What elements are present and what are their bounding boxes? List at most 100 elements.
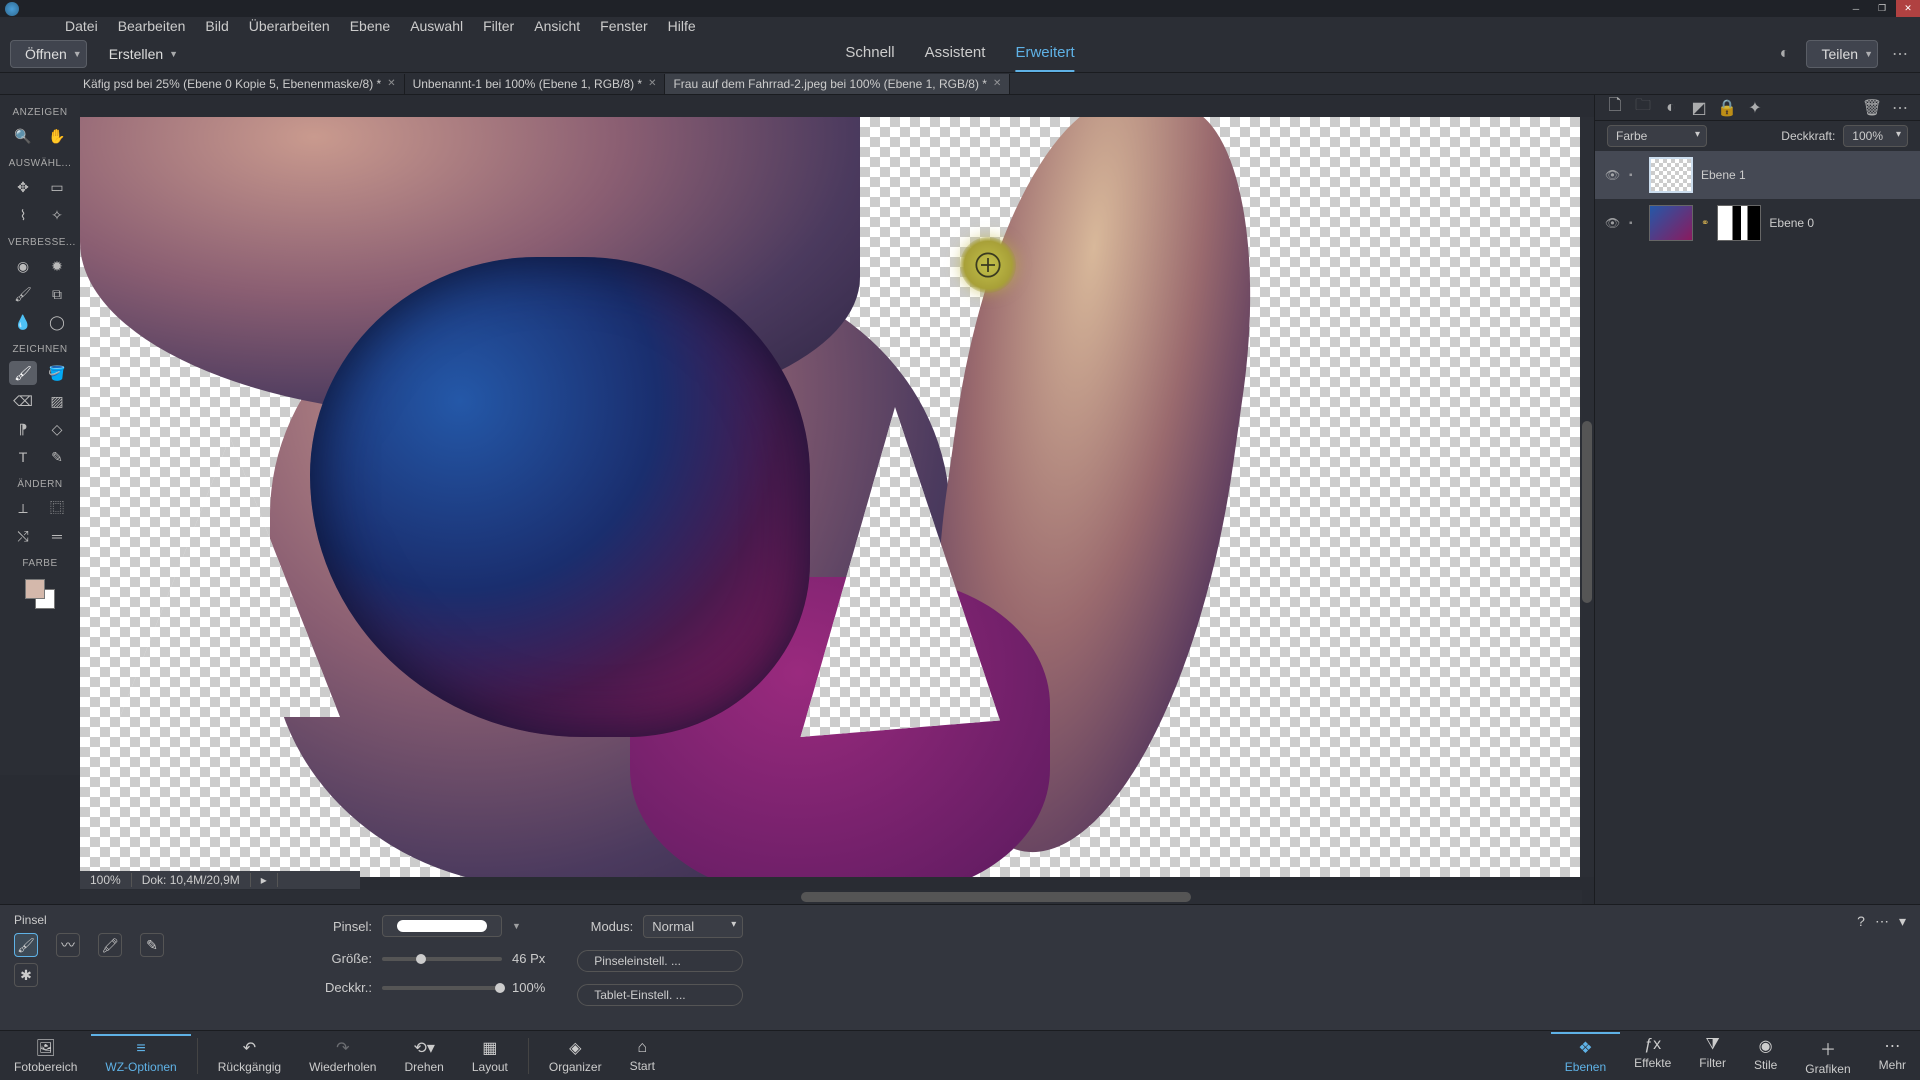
eyedropper-tool[interactable]: ⁋ (9, 417, 37, 441)
menu-bearbeiten[interactable]: Bearbeiten (108, 18, 196, 34)
layer-mask-thumbnail[interactable] (1717, 205, 1761, 241)
delete-layer-icon[interactable]: 🗑 (1862, 98, 1882, 118)
wand-tool[interactable]: ✧ (43, 203, 71, 227)
layer-thumbnail[interactable] (1649, 157, 1693, 193)
smart-brush-tool[interactable]: 🖌 (9, 282, 37, 306)
menu-fenster[interactable]: Fenster (590, 18, 657, 34)
layer-name[interactable]: Ebene 0 (1769, 216, 1814, 230)
pencil-tool[interactable]: ✎ (43, 445, 71, 469)
close-tab-icon[interactable]: ✕ (387, 78, 395, 89)
help-icon[interactable]: ? (1857, 913, 1865, 929)
lock-icon[interactable]: ▪ (1629, 170, 1641, 181)
foreground-color[interactable] (25, 579, 45, 599)
menu-bild[interactable]: Bild (195, 18, 238, 34)
layer-fx-icon[interactable]: ✦ (1745, 98, 1765, 118)
mode-erweitert[interactable]: Erweitert (1015, 35, 1074, 72)
menu-ansicht[interactable]: Ansicht (524, 18, 590, 34)
sponge-tool[interactable]: ◯ (43, 310, 71, 334)
new-layer-icon[interactable]: 🗋 (1605, 98, 1625, 118)
color-swatch[interactable] (25, 579, 55, 609)
hand-tool[interactable]: ✋ (43, 124, 71, 148)
share-button[interactable]: Teilen▼ (1806, 40, 1878, 68)
overflow-icon[interactable]: ⋯ (1890, 44, 1910, 64)
opacity-slider[interactable] (382, 986, 502, 990)
lock-icon[interactable]: ▪ (1629, 218, 1641, 229)
close-tab-icon[interactable]: ✕ (993, 78, 1001, 89)
size-value[interactable]: 46 Px (512, 951, 545, 966)
more-tab[interactable]: ⋯Mehr (1865, 1032, 1920, 1080)
mode-schnell[interactable]: Schnell (845, 35, 894, 72)
vertical-scrollbar[interactable] (1580, 117, 1594, 877)
pencil-preset[interactable]: ✎ (140, 933, 164, 957)
opacity-value[interactable]: 100% (512, 980, 545, 995)
text-tool[interactable]: T (9, 445, 37, 469)
color-replace-preset[interactable]: 🖍 (98, 933, 122, 957)
blend-mode-select[interactable]: Farbe (1607, 125, 1707, 147)
open-button[interactable]: Öffnen▼ (10, 40, 87, 68)
bucket-tool[interactable]: 🪣 (43, 361, 71, 385)
rotate-button[interactable]: ⟲▾Drehen (390, 1034, 457, 1078)
visibility-icon[interactable]: 👁 (1605, 216, 1621, 230)
menu-filter[interactable]: Filter (473, 18, 524, 34)
layer-thumbnail[interactable] (1649, 205, 1693, 241)
home-button[interactable]: ⌂Start (616, 1035, 669, 1077)
gradient-tool[interactable]: ▨ (43, 389, 71, 413)
contrast-icon[interactable]: ◐ (1774, 44, 1794, 64)
close-button[interactable]: ✕ (1896, 0, 1920, 17)
blend-mode-dropdown[interactable]: Normal (643, 915, 743, 938)
close-tab-icon[interactable]: ✕ (648, 78, 656, 89)
document-tab[interactable]: Käfig psd bei 25% (Ebene 0 Kopie 5, Eben… (75, 74, 405, 94)
brush-tool[interactable]: 🖌 (9, 361, 37, 385)
visibility-icon[interactable]: 👁 (1605, 168, 1621, 182)
filters-tab[interactable]: ⧩Filter (1685, 1032, 1740, 1080)
brush-preset[interactable]: 🖌 (14, 933, 38, 957)
styles-tab[interactable]: ◉Stile (1740, 1032, 1791, 1080)
adjustment-layer-icon[interactable]: ◐ (1661, 98, 1681, 118)
menu-ueberarbeiten[interactable]: Überarbeiten (239, 18, 340, 34)
photobin-button[interactable]: 🖼Fotobereich (0, 1034, 91, 1078)
zoom-level[interactable]: 100% (80, 873, 132, 887)
redeye-tool[interactable]: ◉ (9, 254, 37, 278)
shape-tool[interactable]: ◇ (43, 417, 71, 441)
horizontal-scrollbar[interactable] (80, 890, 1582, 904)
brush-settings-button[interactable]: Pinseleinstell. ... (577, 950, 743, 972)
tablet-settings-button[interactable]: Tablet-Einstell. ... (577, 984, 743, 1006)
organizer-button[interactable]: ◈Organizer (535, 1034, 616, 1078)
document-tab[interactable]: Unbenannt-1 bei 100% (Ebene 1, RGB/8) *✕ (405, 74, 666, 94)
document-tab[interactable]: Frau auf dem Fahrrad-2.jpeg bei 100% (Eb… (665, 74, 1010, 94)
layer-opacity-input[interactable]: 100% (1843, 125, 1908, 147)
redo-button[interactable]: ↷Wiederholen (295, 1034, 390, 1078)
link-icon[interactable]: ⚭ (1701, 218, 1709, 229)
minimize-button[interactable]: ─ (1844, 0, 1868, 17)
status-arrow-icon[interactable]: ▸ (251, 873, 278, 887)
canvas[interactable] (80, 117, 1594, 877)
mode-assistent[interactable]: Assistent (925, 35, 986, 72)
layout-button[interactable]: ▦Layout (458, 1034, 522, 1078)
spot-heal-tool[interactable]: ✹ (43, 254, 71, 278)
panel-menu-icon[interactable]: ⋯ (1890, 98, 1910, 118)
options-menu-icon[interactable]: ⋯ (1875, 913, 1889, 930)
pattern-brush-preset[interactable]: ✱ (14, 963, 38, 987)
tool-options-button[interactable]: ≡WZ-Optionen (91, 1034, 190, 1078)
effects-tab[interactable]: ƒxEffekte (1620, 1032, 1685, 1080)
clone-tool[interactable]: ⧉ (43, 282, 71, 306)
layers-tab[interactable]: ❖Ebenen (1551, 1032, 1620, 1080)
blur-tool[interactable]: 💧 (9, 310, 37, 334)
move-tool[interactable]: ✥ (9, 175, 37, 199)
size-slider[interactable] (382, 957, 502, 961)
layer-row[interactable]: 👁 ▪ Ebene 1 (1595, 151, 1920, 199)
crop-tool[interactable]: ⟂ (9, 496, 37, 520)
layer-name[interactable]: Ebene 1 (1701, 168, 1746, 182)
chevron-down-icon[interactable]: ▼ (512, 921, 521, 931)
straighten-tool[interactable]: ═ (43, 524, 71, 548)
maximize-button[interactable]: ❐ (1870, 0, 1894, 17)
layer-mask-icon[interactable]: ◩ (1689, 98, 1709, 118)
create-button[interactable]: Erstellen▼ (95, 40, 182, 68)
menu-hilfe[interactable]: Hilfe (658, 18, 706, 34)
layer-row[interactable]: 👁 ▪ ⚭ Ebene 0 (1595, 199, 1920, 247)
collapse-icon[interactable]: ▾ (1899, 913, 1906, 930)
zoom-tool[interactable]: 🔍 (9, 124, 37, 148)
menu-ebene[interactable]: Ebene (340, 18, 400, 34)
menu-datei[interactable]: Datei (55, 18, 108, 34)
impressionist-brush-preset[interactable]: 〰 (56, 933, 80, 957)
